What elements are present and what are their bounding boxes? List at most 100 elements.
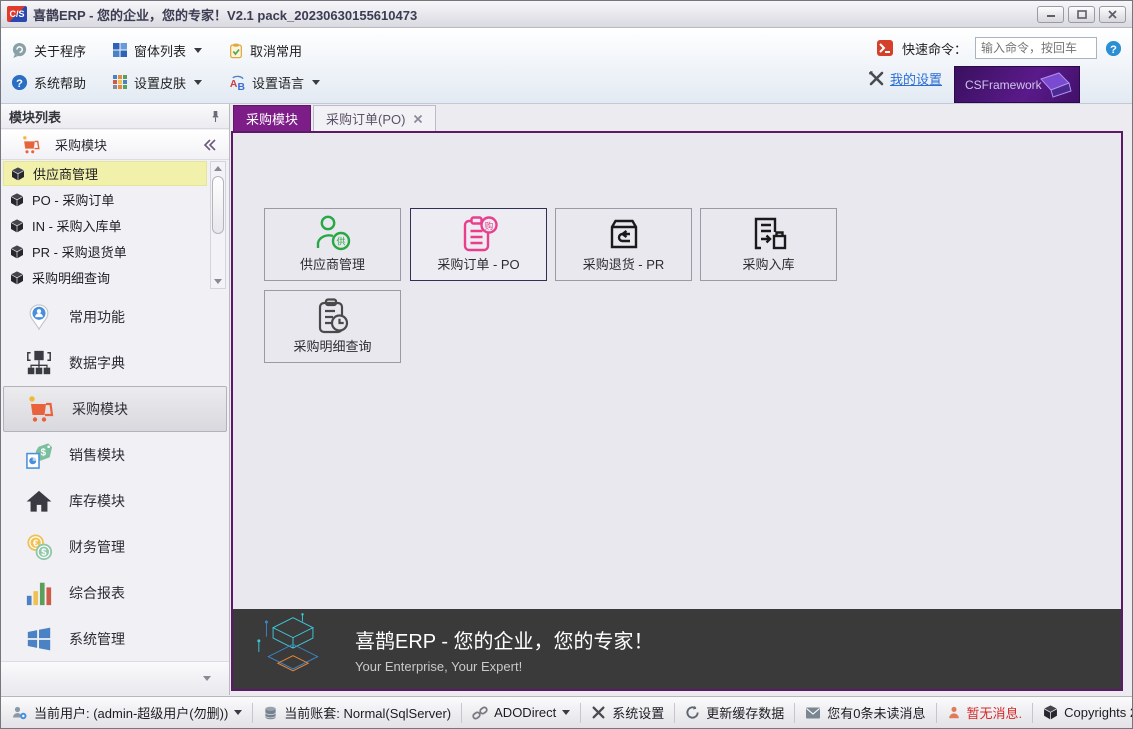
csframework-banner[interactable]: CSFramework xyxy=(954,66,1080,103)
tile-purchase-inbound[interactable]: 采购入库 xyxy=(700,208,837,281)
tools-icon xyxy=(868,70,885,87)
tab-strip: 采购模块 采购订单(PO) xyxy=(231,104,1123,131)
bar-chart-icon xyxy=(23,578,55,608)
sidebar-item-label: 销售模块 xyxy=(69,445,125,465)
link-icon xyxy=(472,705,488,721)
window-list-label: 窗体列表 xyxy=(134,41,186,60)
status-bar: 当前用户: (admin-超级用户(勿删)) 当前账套: Normal(SqlS… xyxy=(1,696,1132,728)
sidebar-group-header[interactable]: 采购模块 xyxy=(1,130,229,160)
set-skin-button[interactable]: 设置皮肤 xyxy=(112,73,202,92)
maximize-button[interactable] xyxy=(1068,6,1095,23)
refresh-cache-button[interactable]: 更新缓存数据 xyxy=(681,703,788,722)
list-item-supplier-mgmt[interactable]: 供应商管理 xyxy=(3,161,207,186)
chevron-down-icon xyxy=(194,48,202,53)
system-help-button[interactable]: ? 系统帮助 xyxy=(11,73,86,92)
main-area: 采购模块 采购订单(PO) 供 供应商管理 xyxy=(230,104,1132,695)
sidebar-item-label: 数据字典 xyxy=(69,353,125,373)
set-skin-label: 设置皮肤 xyxy=(134,73,186,92)
pin-icon[interactable] xyxy=(210,110,221,123)
quick-command-input[interactable] xyxy=(975,37,1097,59)
list-item-label: PO - 采购订单 xyxy=(32,190,114,209)
divider xyxy=(580,703,581,723)
scroll-up-icon[interactable] xyxy=(211,162,225,175)
sidebar-item-finance-module[interactable]: € $ 财务管理 xyxy=(1,524,229,570)
sidebar-item-system-module[interactable]: 系统管理 xyxy=(1,616,229,662)
user-gear-icon xyxy=(11,705,28,721)
sidebar-item-reports-module[interactable]: 综合报表 xyxy=(1,570,229,616)
list-item-in-receipt[interactable]: IN - 采购入库单 xyxy=(3,213,207,238)
tile-label: 采购入库 xyxy=(742,254,794,273)
quick-command-icon xyxy=(876,39,894,57)
skin-grid-icon xyxy=(112,74,128,90)
unread-messages-button[interactable]: 您有0条未读消息 xyxy=(801,703,929,722)
minimize-button[interactable] xyxy=(1037,6,1064,23)
about-button[interactable]: 关于程序 xyxy=(11,41,86,60)
sidebar-item-label: 系统管理 xyxy=(69,629,125,649)
inbound-doc-icon xyxy=(701,214,836,256)
ado-direct-label: ADODirect xyxy=(494,705,556,720)
divider xyxy=(461,703,462,723)
sidebar-header: 模块列表 xyxy=(1,104,229,129)
sidebar-item-sales-module[interactable]: $ 销售模块 xyxy=(1,432,229,478)
svg-text:B: B xyxy=(238,82,246,91)
app-window: C/S 喜鹊ERP - 您的企业，您的专家！V2.1 pack_20230630… xyxy=(0,0,1133,729)
tile-purchase-order-po[interactable]: 购 采购订单 - PO xyxy=(410,208,547,281)
cancel-favorite-label: 取消常用 xyxy=(250,41,302,60)
sidebar-overflow-area[interactable] xyxy=(1,661,229,695)
ado-direct-button[interactable]: ADODirect xyxy=(468,705,574,721)
cancel-favorite-button[interactable]: 取消常用 xyxy=(228,41,302,60)
current-account-set[interactable]: 当前账套: Normal(SqlServer) xyxy=(259,703,455,722)
list-item-label: 采购明细查询 xyxy=(32,268,110,287)
list-item-label: PR - 采购退货单 xyxy=(32,242,127,261)
current-user-button[interactable]: 当前用户: (admin-超级用户(勿删)) xyxy=(7,703,246,722)
set-language-button[interactable]: A B 设置语言 xyxy=(228,73,320,92)
system-settings-button[interactable]: 系统设置 xyxy=(587,703,668,722)
tile-label: 采购订单 - PO xyxy=(437,254,519,273)
tab-label: 采购模块 xyxy=(246,109,298,128)
cube-graphic-icon xyxy=(245,612,341,686)
tile-purchase-detail-query[interactable]: 采购明细查询 xyxy=(264,290,401,363)
cube-icon xyxy=(10,271,24,285)
list-item-detail-query[interactable]: 采购明细查询 xyxy=(3,265,207,290)
sidebar-item-purchase-module[interactable]: 采购模块 xyxy=(3,386,227,432)
tile-purchase-return-pr[interactable]: 采购退货 - PR xyxy=(555,208,692,281)
system-settings-label: 系统设置 xyxy=(612,703,664,722)
list-item-label: IN - 采购入库单 xyxy=(32,216,122,235)
window-list-button[interactable]: 窗体列表 xyxy=(112,41,202,60)
sidebar-group-label: 采购模块 xyxy=(55,135,107,154)
tile-supplier-mgmt[interactable]: 供 供应商管理 xyxy=(264,208,401,281)
about-icon xyxy=(11,42,28,59)
list-item-pr-return[interactable]: PR - 采购退货单 xyxy=(3,239,207,264)
coins-icon: € $ xyxy=(23,532,55,562)
cube-icon xyxy=(1043,705,1058,720)
tab-purchase-order[interactable]: 采购订单(PO) xyxy=(313,105,436,131)
close-tab-icon[interactable] xyxy=(413,114,423,124)
house-icon xyxy=(23,486,55,516)
list-item-po-order[interactable]: PO - 采购订单 xyxy=(3,187,207,212)
content-panel: 供 供应商管理 购 采购订单 - PO xyxy=(231,131,1123,691)
my-settings-link[interactable]: 我的设置 xyxy=(868,69,942,88)
quick-command-help-icon[interactable]: ? xyxy=(1105,40,1122,57)
tab-purchase-module[interactable]: 采购模块 xyxy=(233,105,311,131)
person-red-icon xyxy=(947,705,961,720)
divider xyxy=(936,703,937,723)
system-help-label: 系统帮助 xyxy=(34,73,86,92)
app-logo-icon: C/S xyxy=(7,6,27,22)
cube-icon xyxy=(10,193,24,207)
no-message-status[interactable]: 暂无消息. xyxy=(943,703,1027,722)
mail-icon xyxy=(805,706,821,720)
sidebar-item-label: 常用功能 xyxy=(69,307,125,327)
scrollbar-thumb[interactable] xyxy=(212,176,224,234)
copyrights-label: Copyrights 2006-202 xyxy=(1064,705,1132,720)
scroll-down-icon[interactable] xyxy=(211,275,225,288)
collapse-chevrons-icon[interactable] xyxy=(203,139,217,151)
list-scrollbar[interactable] xyxy=(210,161,226,289)
sidebar-item-data-dictionary[interactable]: 数据字典 xyxy=(1,340,229,386)
sidebar-item-common-functions[interactable]: 常用功能 xyxy=(1,294,229,340)
org-chart-icon xyxy=(23,348,55,378)
list-item-label: 供应商管理 xyxy=(33,164,98,183)
close-button[interactable] xyxy=(1099,6,1126,23)
chevron-down-icon xyxy=(234,710,242,715)
window-title: 喜鹊ERP - 您的企业，您的专家！V2.1 pack_202306301556… xyxy=(33,5,417,24)
sidebar-item-inventory-module[interactable]: 库存模块 xyxy=(1,478,229,524)
